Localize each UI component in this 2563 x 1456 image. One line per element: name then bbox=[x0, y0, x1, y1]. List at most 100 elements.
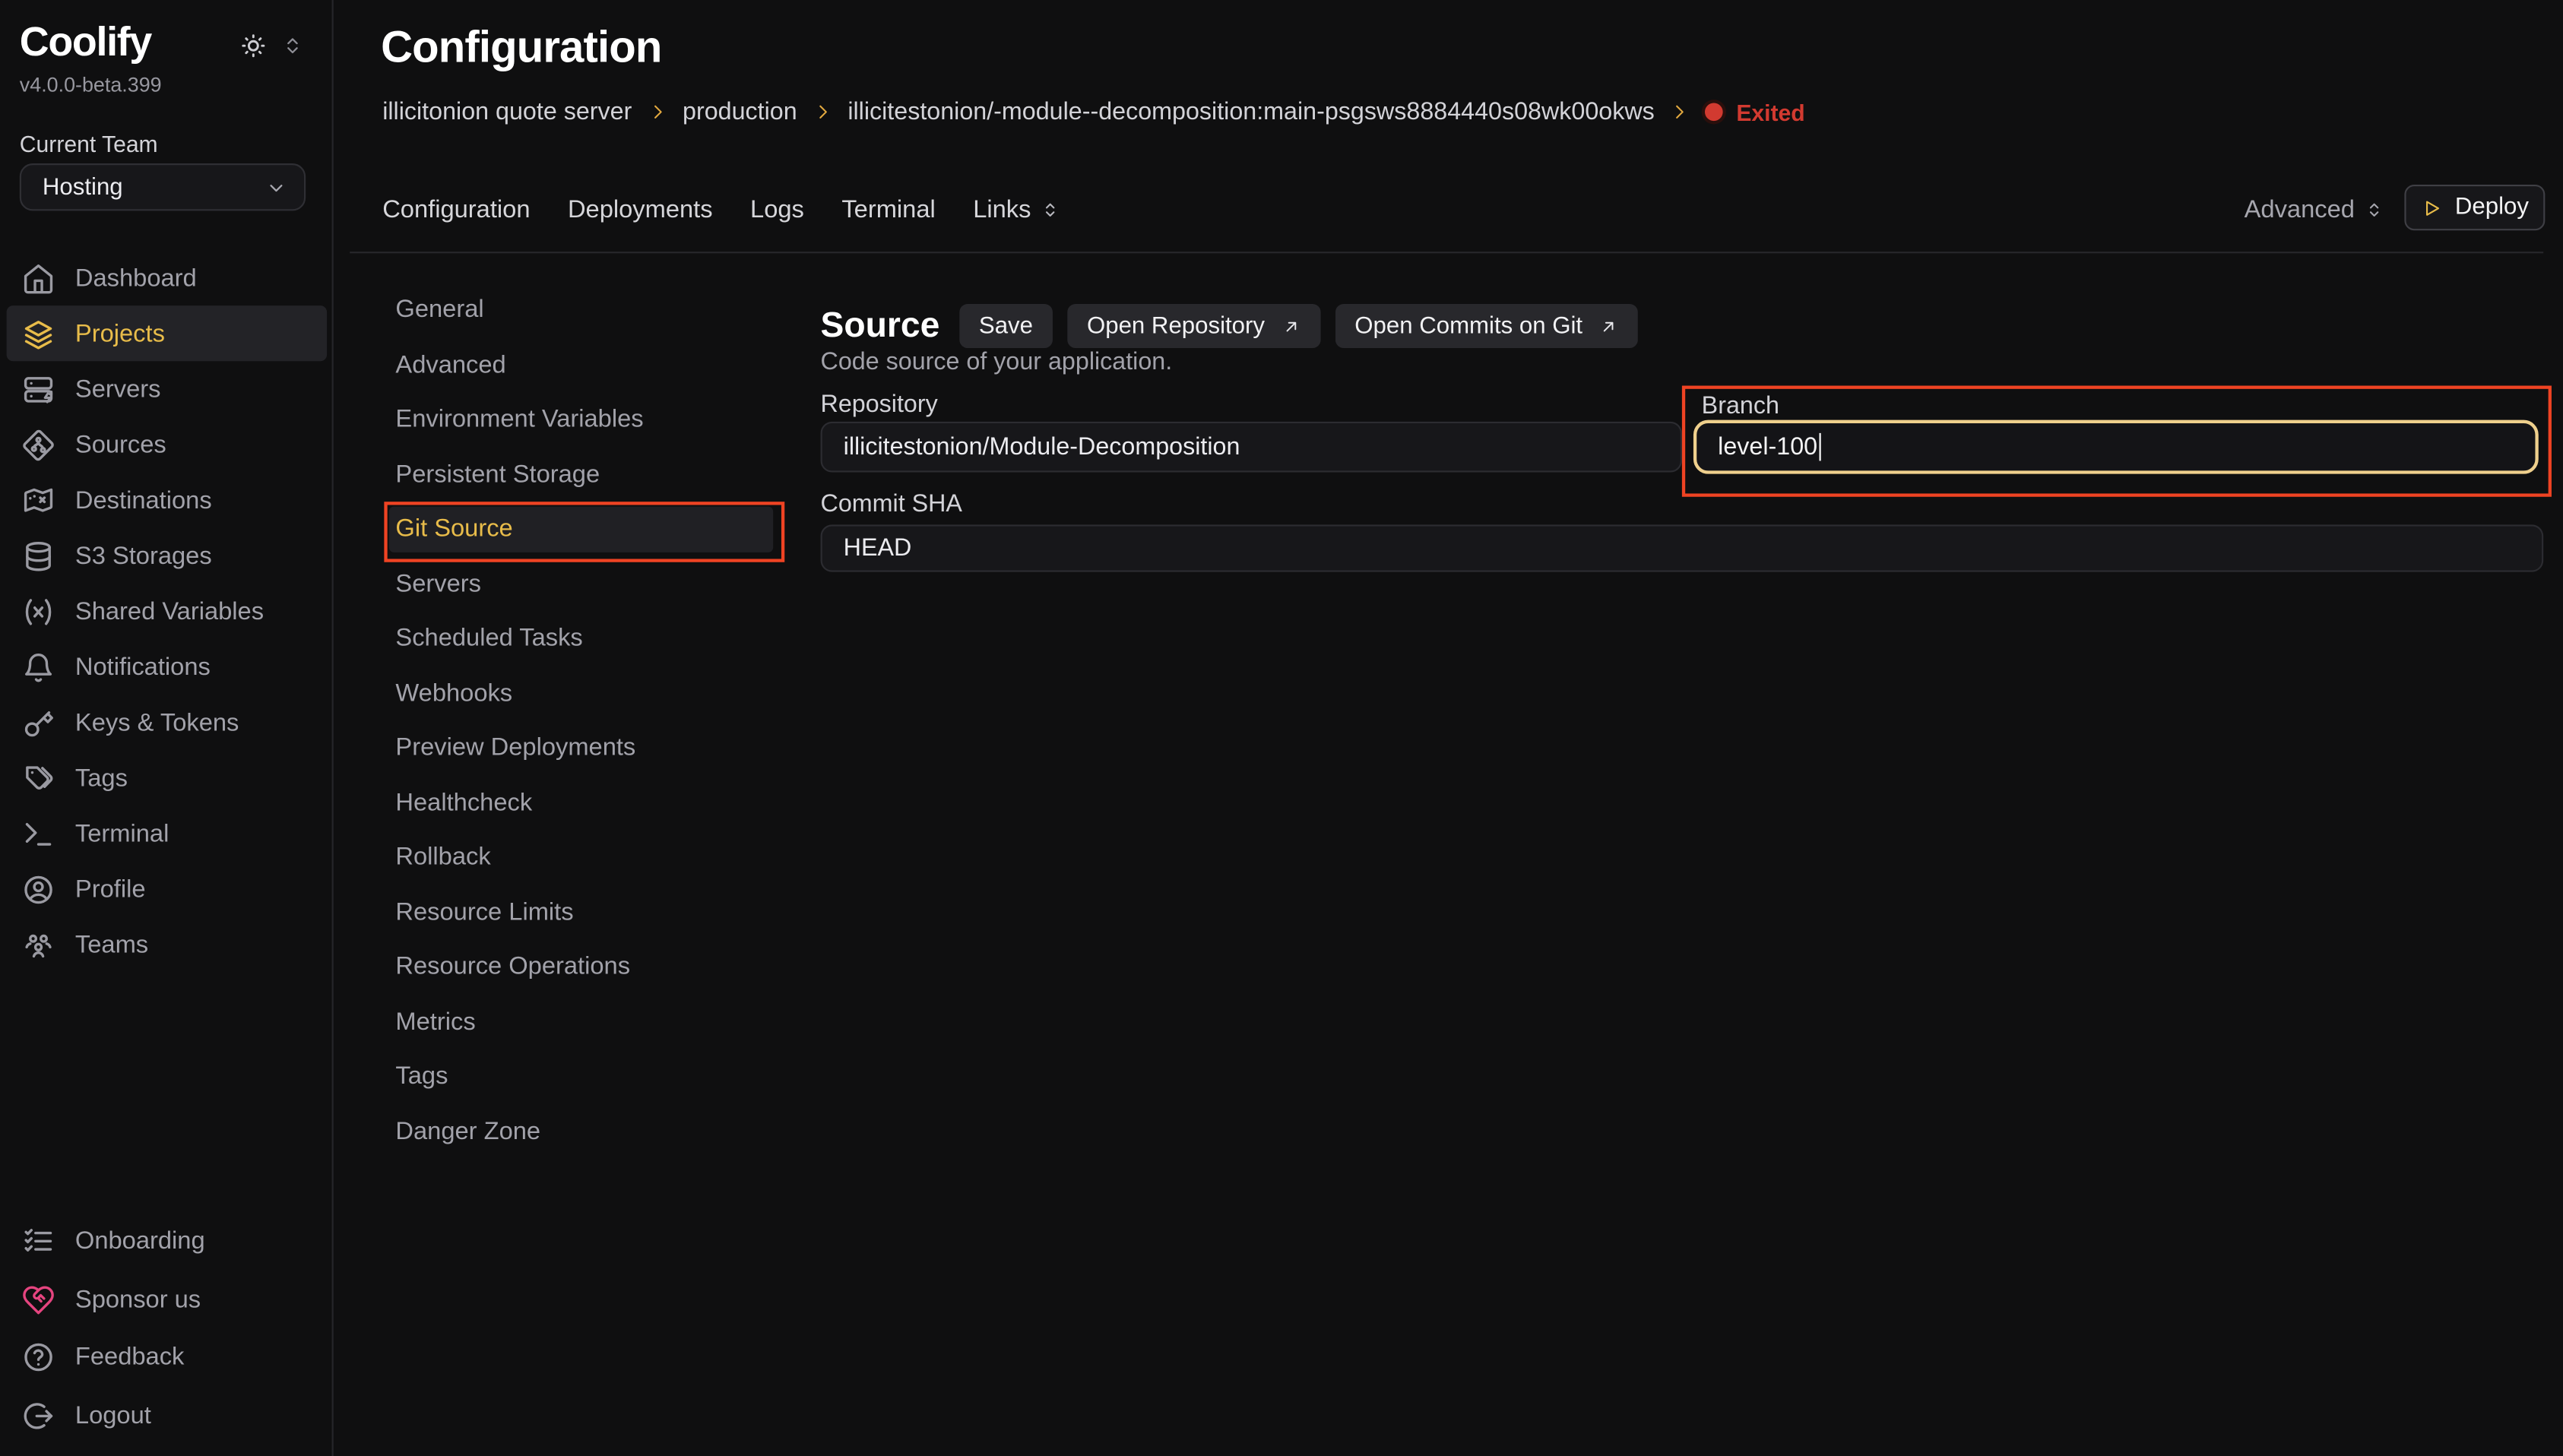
sidebar-item-dashboard[interactable]: Dashboard bbox=[7, 250, 327, 305]
tab-label: Deployments bbox=[568, 195, 713, 223]
sidebar-menu: Dashboard Projects Servers Sources Desti… bbox=[7, 250, 327, 973]
source-header: Source Save Open Repository Open Commits… bbox=[821, 304, 1639, 348]
subnav-item-preview-deployments[interactable]: Preview Deployments bbox=[382, 720, 784, 775]
sidebar-item-shared-variables[interactable]: Shared Variables bbox=[7, 584, 327, 639]
tab-links[interactable]: Links bbox=[973, 195, 1060, 223]
subnav-item-label: Scheduled Tasks bbox=[395, 625, 582, 653]
sidebar-item-keys-tokens[interactable]: Keys & Tokens bbox=[7, 695, 327, 750]
sidebar-item-terminal[interactable]: Terminal bbox=[7, 806, 327, 861]
subnav-item-servers[interactable]: Servers bbox=[382, 556, 784, 611]
subnav-item-label: Healthcheck bbox=[395, 789, 532, 817]
subnav-item-advanced[interactable]: Advanced bbox=[382, 337, 784, 392]
app-version: v4.0.0-beta.399 bbox=[20, 74, 162, 97]
save-label: Save bbox=[979, 313, 1033, 339]
chevron-down-icon bbox=[265, 176, 287, 198]
subnav-item-label: Rollback bbox=[395, 844, 490, 872]
sidebar-item-logout[interactable]: Logout bbox=[7, 1387, 327, 1445]
repository-input[interactable]: illicitestonion/Module-Decomposition bbox=[821, 422, 1682, 473]
subnav-item-healthcheck[interactable]: Healthcheck bbox=[382, 775, 784, 830]
sidebar-item-s3-storages[interactable]: S3 Storages bbox=[7, 528, 327, 584]
commit-sha-label: Commit SHA bbox=[821, 490, 962, 518]
subnav-item-git-source[interactable]: Git Source bbox=[382, 502, 784, 556]
deploy-label: Deploy bbox=[2455, 195, 2529, 220]
breadcrumb-item-production: production bbox=[683, 98, 833, 126]
subnav-item-resource-limits[interactable]: Resource Limits bbox=[382, 885, 784, 940]
arrow-up-right-icon bbox=[1599, 316, 1619, 336]
sidebar-item-projects[interactable]: Projects bbox=[7, 305, 327, 361]
subnav-item-label: Metrics bbox=[395, 1008, 475, 1036]
sidebar-item-label: Sponsor us bbox=[75, 1286, 201, 1314]
tab-deployments[interactable]: Deployments bbox=[568, 195, 713, 223]
subnav-item-label: General bbox=[395, 296, 483, 324]
subnav-item-label: Advanced bbox=[395, 351, 505, 379]
sidebar-collapse-icon[interactable] bbox=[281, 34, 304, 57]
sidebar-item-label: Profile bbox=[75, 875, 146, 904]
sidebar-item-destinations[interactable]: Destinations bbox=[7, 472, 327, 527]
sidebar-item-sponsor-us[interactable]: Sponsor us bbox=[7, 1271, 327, 1328]
source-heading: Source bbox=[821, 305, 940, 347]
tab-logs[interactable]: Logs bbox=[750, 195, 804, 223]
status-dot-icon bbox=[1705, 103, 1723, 121]
sidebar-footer-menu: Onboarding Sponsor us Feedback Logout bbox=[7, 1213, 327, 1445]
subnav-item-label: Resource Limits bbox=[395, 898, 573, 926]
sidebar-item-label: Servers bbox=[75, 375, 161, 404]
users-icon bbox=[21, 927, 55, 961]
deploy-button[interactable]: Deploy bbox=[2404, 185, 2545, 230]
page-title: Configuration bbox=[381, 23, 661, 74]
open-repository-button[interactable]: Open Repository bbox=[1067, 304, 1320, 348]
checklist-icon bbox=[21, 1224, 55, 1258]
subnav-item-webhooks[interactable]: Webhooks bbox=[382, 666, 784, 720]
sidebar-item-sources[interactable]: Sources bbox=[7, 416, 327, 472]
subnav-item-general[interactable]: General bbox=[382, 283, 784, 337]
team-select[interactable]: Hosting bbox=[20, 163, 306, 210]
sidebar-item-tags[interactable]: Tags bbox=[7, 750, 327, 806]
subnav-item-label: Preview Deployments bbox=[395, 734, 635, 762]
config-subnav: General Advanced Environment Variables P… bbox=[382, 283, 784, 1159]
chevrons-up-down-icon bbox=[1039, 198, 1060, 220]
sidebar-item-onboarding[interactable]: Onboarding bbox=[7, 1213, 327, 1271]
breadcrumb-item-label[interactable]: illicitestonion/-module--decomposition:m… bbox=[847, 98, 1654, 126]
subnav-item-environment-variables[interactable]: Environment Variables bbox=[382, 392, 784, 447]
sidebar-item-feedback[interactable]: Feedback bbox=[7, 1328, 327, 1386]
text-cursor bbox=[1819, 433, 1821, 461]
subnav-item-persistent-storage[interactable]: Persistent Storage bbox=[382, 447, 784, 502]
sidebar-item-label: S3 Storages bbox=[75, 542, 212, 570]
sidebar-item-label: Notifications bbox=[75, 653, 211, 681]
help-icon bbox=[21, 1340, 55, 1375]
save-button[interactable]: Save bbox=[959, 304, 1053, 348]
subnav-item-resource-operations[interactable]: Resource Operations bbox=[382, 940, 784, 995]
play-icon bbox=[2421, 197, 2442, 218]
breadcrumb-item-label[interactable]: production bbox=[683, 98, 797, 126]
tags-icon bbox=[21, 761, 55, 795]
server-icon bbox=[21, 372, 55, 406]
subnav-item-rollback[interactable]: Rollback bbox=[382, 830, 784, 885]
tab-configuration[interactable]: Configuration bbox=[382, 195, 530, 223]
sidebar-item-profile[interactable]: Profile bbox=[7, 861, 327, 916]
sidebar-item-servers[interactable]: Servers bbox=[7, 361, 327, 416]
database-icon bbox=[21, 539, 55, 573]
subnav-item-tags[interactable]: Tags bbox=[382, 1049, 784, 1104]
sidebar-item-teams[interactable]: Teams bbox=[7, 916, 327, 972]
theme-sun-icon[interactable] bbox=[239, 31, 268, 61]
commit-sha-input[interactable]: HEAD bbox=[821, 524, 2544, 571]
sidebar-item-notifications[interactable]: Notifications bbox=[7, 639, 327, 695]
subnav-item-danger-zone[interactable]: Danger Zone bbox=[382, 1104, 784, 1159]
branch-input[interactable]: level-100 bbox=[1693, 420, 2539, 474]
subnav-item-metrics[interactable]: Metrics bbox=[382, 995, 784, 1049]
team-select-value: Hosting bbox=[43, 174, 123, 200]
subnav-item-scheduled-tasks[interactable]: Scheduled Tasks bbox=[382, 611, 784, 666]
sidebar-item-label: Dashboard bbox=[75, 264, 197, 292]
breadcrumb-item-label[interactable]: illicitonion quote server bbox=[382, 98, 632, 126]
source-description: Code source of your application. bbox=[821, 348, 1173, 376]
chevron-right-icon bbox=[647, 101, 668, 122]
sidebar-item-label: Shared Variables bbox=[75, 597, 264, 625]
branch-label: Branch bbox=[1702, 392, 1779, 420]
heart-icon bbox=[21, 1283, 55, 1317]
sidebar-item-label: Keys & Tokens bbox=[75, 708, 239, 736]
sidebar-item-label: Teams bbox=[75, 931, 148, 959]
layers-icon bbox=[21, 316, 55, 350]
tab-label: Logs bbox=[750, 195, 804, 223]
tab-terminal[interactable]: Terminal bbox=[841, 195, 935, 223]
advanced-dropdown[interactable]: Advanced bbox=[2245, 186, 2384, 232]
open-commits-button[interactable]: Open Commits on Git bbox=[1335, 304, 1638, 348]
